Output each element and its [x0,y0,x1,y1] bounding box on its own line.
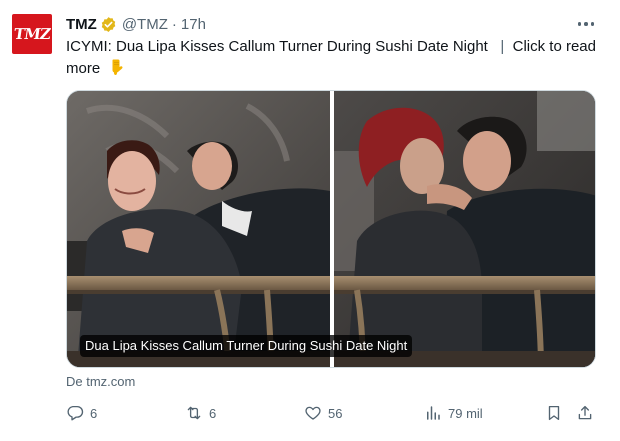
more-options-button[interactable] [576,16,596,32]
share-button[interactable] [576,402,594,424]
more-icon [577,22,582,26]
tweet-text-separator: | [500,38,505,55]
heart-icon [305,406,321,420]
tweet-card[interactable]: TMZ TMZ @TMZ · 17h ICYMI: Dua Lipa Kisse… [0,0,620,441]
analytics-icon [427,406,440,420]
pointing-down-emoji-icon [112,59,123,75]
views-button[interactable]: 79 mil [424,402,483,424]
reply-count: 6 [90,405,98,421]
link-source[interactable]: De tmz.com [66,374,135,389]
reply-icon [67,405,84,421]
right-photo [334,91,595,367]
tweet-text-main: ICYMI: Dua Lipa Kisses Callum Turner Dur… [66,38,488,55]
share-icon [578,405,592,420]
action-bar: 6 6 56 79 mil [0,402,620,426]
tweet-header: TMZ @TMZ · 17h [66,14,206,34]
avatar-logo-text: TMZ [12,25,52,43]
like-button[interactable]: 56 [304,402,342,424]
views-count: 79 mil [448,405,483,421]
account-handle[interactable]: @TMZ [122,16,168,33]
repost-count: 6 [209,405,217,421]
header-separator: · [171,15,177,33]
verified-badge-icon [101,16,116,32]
account-name[interactable]: TMZ [66,16,97,33]
repost-icon [187,406,201,420]
tweet-media[interactable]: Dua Lipa Kisses Callum Turner During Sus… [66,90,596,368]
left-photo [67,91,330,367]
reply-button[interactable]: 6 [66,402,97,424]
avatar[interactable]: TMZ [12,14,52,54]
tweet-timestamp[interactable]: 17h [181,16,206,33]
photo-collage [67,91,595,367]
bookmark-icon [548,405,560,421]
tweet-text: ICYMI: Dua Lipa Kisses Callum Turner Dur… [66,36,606,80]
media-caption: Dua Lipa Kisses Callum Turner During Sus… [80,335,413,357]
like-count: 56 [328,405,343,421]
repost-button[interactable]: 6 [185,402,216,424]
bookmark-button[interactable] [545,402,563,424]
